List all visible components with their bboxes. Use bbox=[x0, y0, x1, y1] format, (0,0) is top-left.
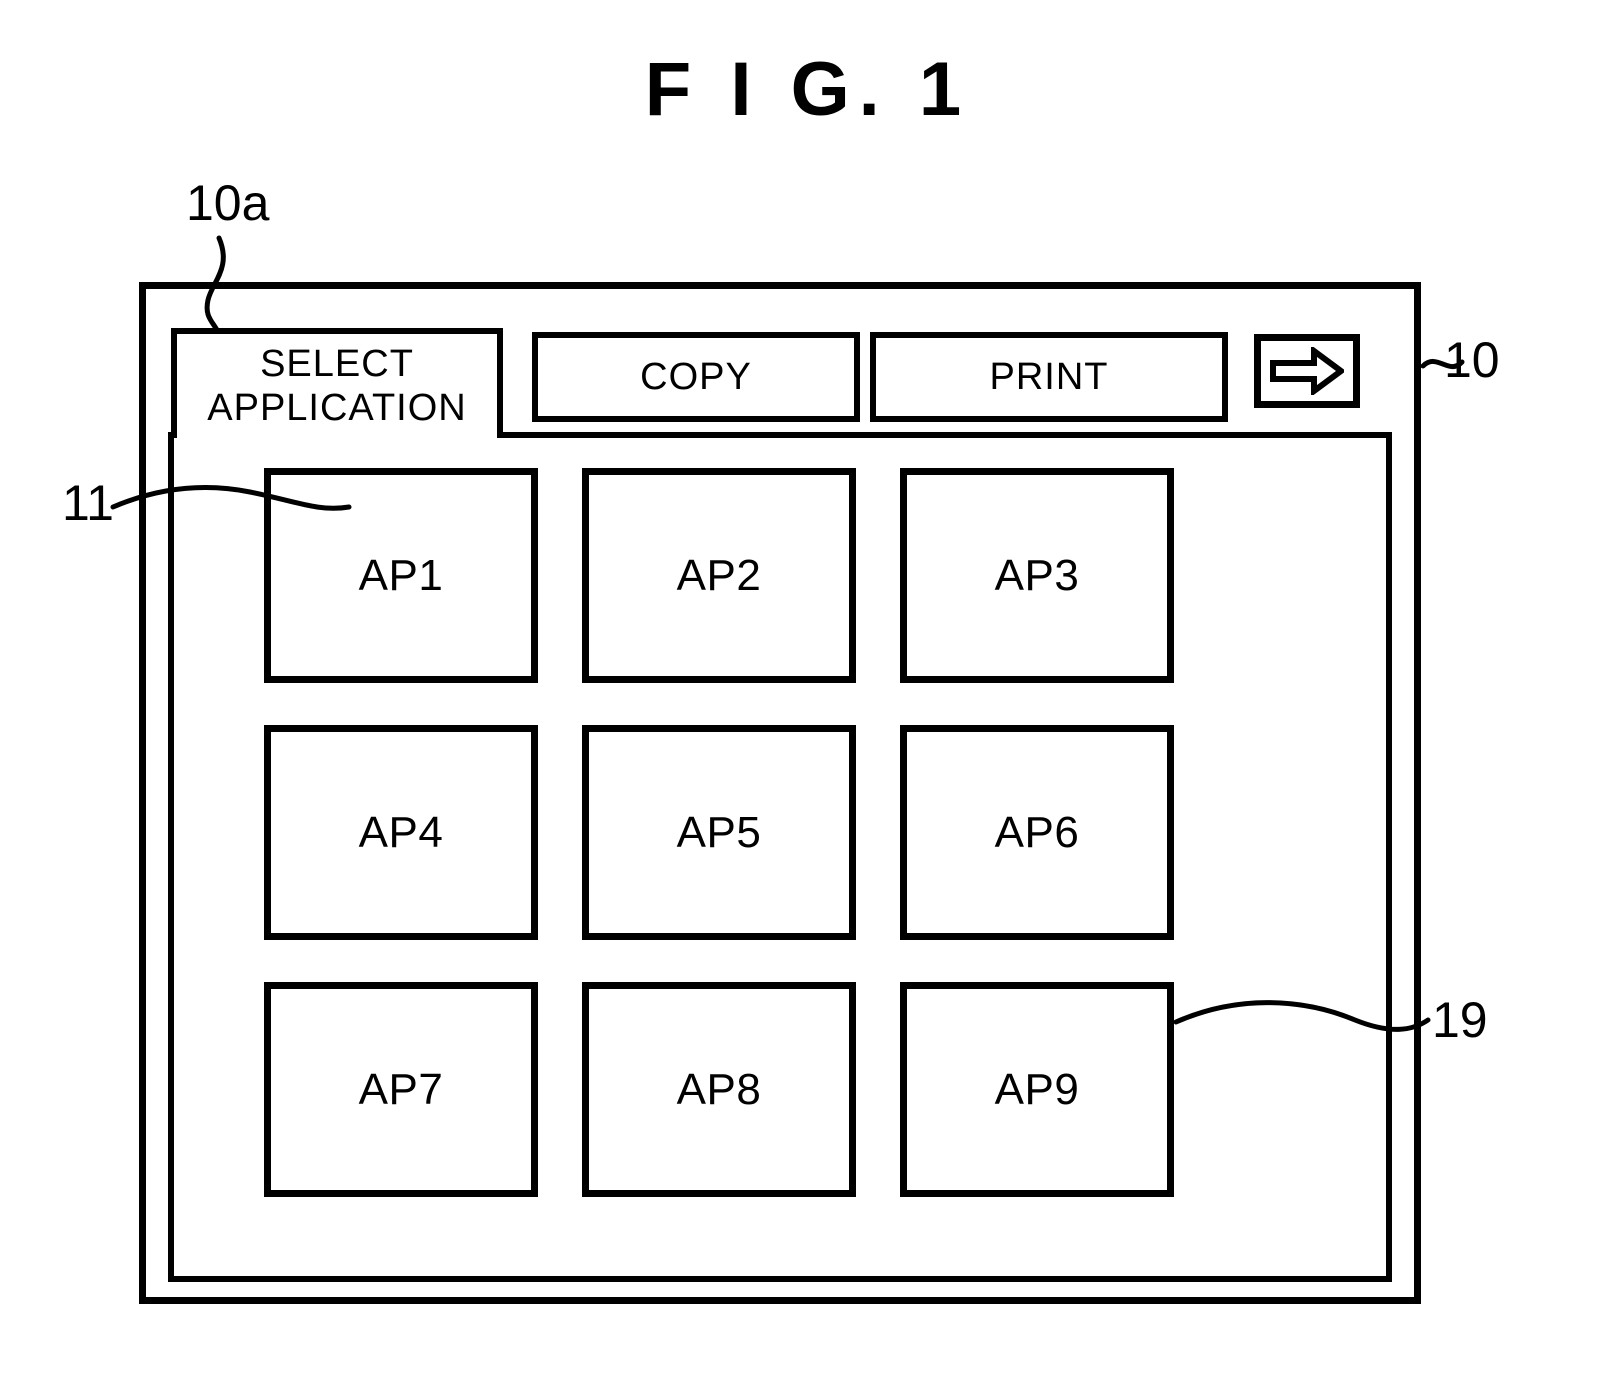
inner-operation-panel: SELECT APPLICATION COPY PRINT AP1 AP2 AP… bbox=[168, 320, 1392, 1282]
app-button-ap3[interactable]: AP3 bbox=[900, 468, 1174, 683]
tab-print[interactable]: PRINT bbox=[870, 332, 1228, 422]
app-button-ap8[interactable]: AP8 bbox=[582, 982, 856, 1197]
reference-numeral-10: 10 bbox=[1444, 332, 1500, 388]
application-content-area: AP1 AP2 AP3 AP4 AP5 AP6 AP7 AP8 AP9 bbox=[168, 432, 1392, 1282]
tab-strip: SELECT APPLICATION COPY PRINT bbox=[168, 320, 1392, 438]
app-button-ap2[interactable]: AP2 bbox=[582, 468, 856, 683]
app-button-ap5[interactable]: AP5 bbox=[582, 725, 856, 940]
tab-select-application-label-line1: SELECT bbox=[260, 343, 414, 385]
reference-numeral-11: 11 bbox=[62, 475, 114, 531]
application-button-grid: AP1 AP2 AP3 AP4 AP5 AP6 AP7 AP8 AP9 bbox=[264, 468, 1308, 1197]
app-button-ap4[interactable]: AP4 bbox=[264, 725, 538, 940]
app-button-ap7[interactable]: AP7 bbox=[264, 982, 538, 1197]
right-arrow-icon bbox=[1270, 347, 1344, 395]
tab-select-application[interactable]: SELECT APPLICATION bbox=[171, 328, 503, 438]
app-button-ap1[interactable]: AP1 bbox=[264, 468, 538, 683]
next-page-button[interactable] bbox=[1254, 334, 1360, 408]
app-button-ap9[interactable]: AP9 bbox=[900, 982, 1174, 1197]
reference-numeral-19: 19 bbox=[1432, 992, 1488, 1048]
reference-numeral-10a: 10a bbox=[186, 175, 270, 231]
tab-select-application-label-line2: APPLICATION bbox=[207, 387, 467, 429]
app-button-ap6[interactable]: AP6 bbox=[900, 725, 1174, 940]
tab-copy[interactable]: COPY bbox=[532, 332, 860, 422]
figure-title: F I G. 1 bbox=[644, 47, 971, 132]
